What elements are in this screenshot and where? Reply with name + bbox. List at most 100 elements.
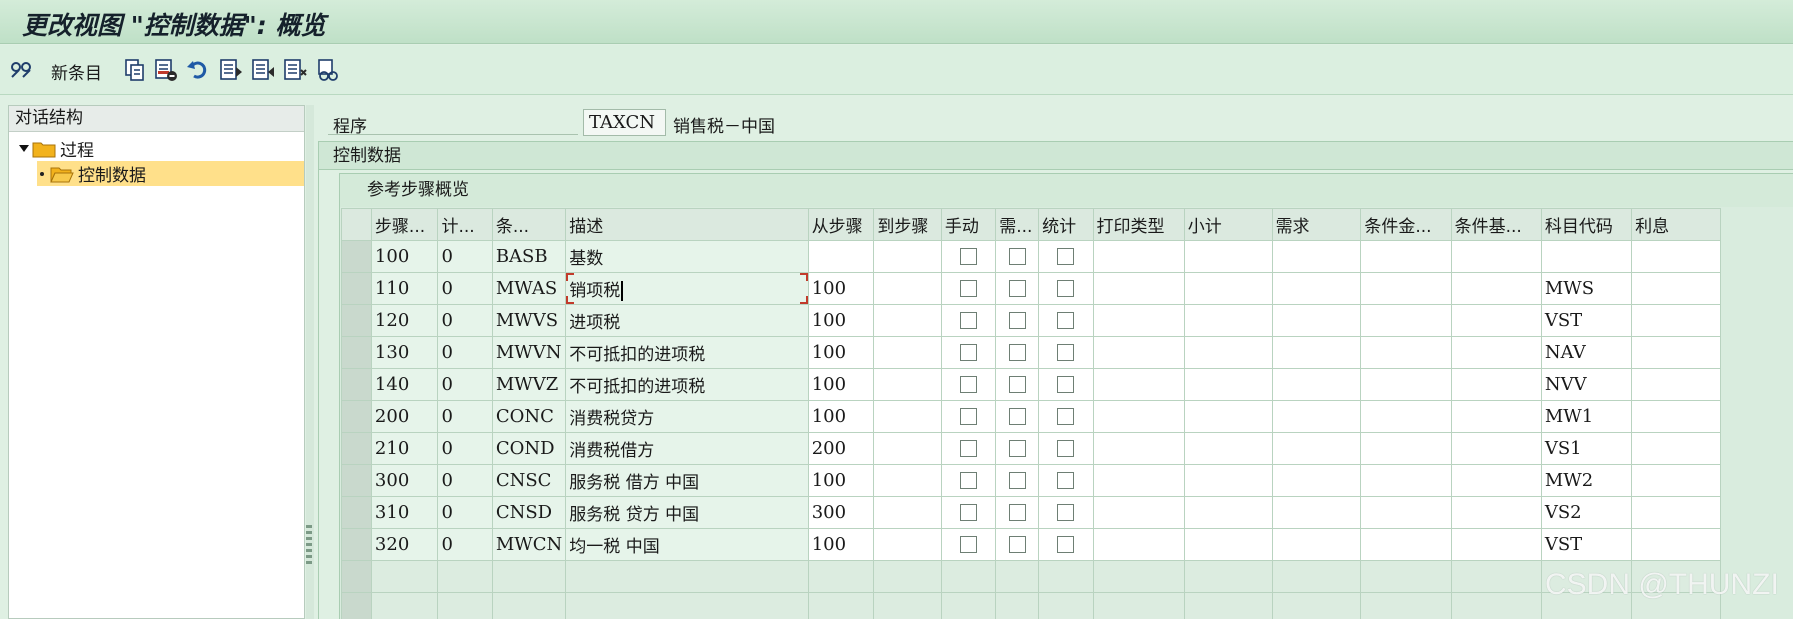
empty-cell[interactable] bbox=[873, 592, 942, 619]
row-selector[interactable] bbox=[341, 560, 372, 593]
empty-cell[interactable] bbox=[491, 592, 567, 619]
from-step-cell[interactable] bbox=[807, 240, 875, 273]
step-cell[interactable]: 320 bbox=[370, 528, 439, 561]
print-type-cell[interactable] bbox=[1092, 272, 1185, 305]
required-checkbox[interactable] bbox=[1008, 376, 1026, 393]
manual-checkbox[interactable] bbox=[960, 440, 978, 457]
subtotal-cell[interactable] bbox=[1183, 464, 1273, 497]
empty-cell[interactable] bbox=[491, 560, 567, 593]
statistical-checkbox[interactable] bbox=[1057, 536, 1075, 553]
subtotal-cell[interactable] bbox=[1183, 368, 1273, 401]
cond-formula-base-cell[interactable] bbox=[1450, 336, 1542, 369]
requirement-cell[interactable] bbox=[1271, 432, 1362, 465]
cond-formula-amount-cell[interactable] bbox=[1360, 400, 1452, 433]
empty-cell[interactable] bbox=[1271, 560, 1362, 593]
account-key-cell[interactable]: VST bbox=[1540, 528, 1633, 561]
from-step-cell[interactable]: 100 bbox=[807, 368, 875, 401]
column-header[interactable]: 需求 bbox=[1271, 208, 1362, 241]
statistical-checkbox[interactable] bbox=[1057, 472, 1075, 489]
empty-cell[interactable] bbox=[995, 560, 1040, 593]
row-selector[interactable] bbox=[341, 496, 372, 529]
counter-cell[interactable]: 0 bbox=[437, 336, 493, 369]
requirement-cell[interactable] bbox=[1271, 368, 1362, 401]
requirement-cell[interactable] bbox=[1271, 528, 1362, 561]
column-header[interactable]: 统计 bbox=[1038, 208, 1094, 241]
cond-formula-amount-cell[interactable] bbox=[1360, 272, 1452, 305]
step-cell[interactable]: 140 bbox=[370, 368, 439, 401]
row-selector[interactable] bbox=[341, 528, 372, 561]
from-step-cell[interactable]: 100 bbox=[807, 272, 875, 305]
accrual-cell[interactable] bbox=[1631, 368, 1721, 401]
column-header[interactable]: 从步骤 bbox=[807, 208, 875, 241]
tree-node-control-data[interactable]: 控制数据 bbox=[37, 161, 304, 186]
to-step-cell[interactable] bbox=[873, 336, 942, 369]
column-header[interactable]: 条... bbox=[491, 208, 567, 241]
to-step-cell[interactable] bbox=[873, 432, 942, 465]
requirement-cell[interactable] bbox=[1271, 240, 1362, 273]
required-checkbox[interactable] bbox=[1008, 472, 1026, 489]
accrual-cell[interactable] bbox=[1631, 272, 1721, 305]
from-step-cell[interactable]: 100 bbox=[807, 400, 875, 433]
accrual-cell[interactable] bbox=[1631, 496, 1721, 529]
step-cell[interactable]: 110 bbox=[370, 272, 439, 305]
print-type-cell[interactable] bbox=[1092, 528, 1185, 561]
counter-cell[interactable]: 0 bbox=[437, 240, 493, 273]
manual-checkbox[interactable] bbox=[960, 536, 978, 553]
cond-formula-base-cell[interactable] bbox=[1450, 368, 1542, 401]
cond-formula-base-cell[interactable] bbox=[1450, 496, 1542, 529]
requirement-cell[interactable] bbox=[1271, 336, 1362, 369]
account-key-cell[interactable]: MW2 bbox=[1540, 464, 1633, 497]
description-cell[interactable]: 销项税 bbox=[565, 272, 809, 305]
from-step-cell[interactable]: 200 bbox=[807, 432, 875, 465]
account-key-cell[interactable]: VS2 bbox=[1540, 496, 1633, 529]
empty-cell[interactable] bbox=[940, 592, 997, 619]
to-step-cell[interactable] bbox=[873, 272, 942, 305]
subtotal-cell[interactable] bbox=[1183, 496, 1273, 529]
description-cell[interactable]: 不可抵扣的进项税 bbox=[565, 368, 809, 401]
step-cell[interactable]: 300 bbox=[370, 464, 439, 497]
requirement-cell[interactable] bbox=[1271, 272, 1362, 305]
requirement-cell[interactable] bbox=[1271, 464, 1362, 497]
to-step-cell[interactable] bbox=[873, 464, 942, 497]
column-header[interactable]: 科目代码 bbox=[1540, 208, 1633, 241]
cond-formula-base-cell[interactable] bbox=[1450, 240, 1542, 273]
account-key-cell[interactable] bbox=[1540, 240, 1633, 273]
empty-cell[interactable] bbox=[1092, 592, 1185, 619]
subtotal-cell[interactable] bbox=[1183, 272, 1273, 305]
empty-cell[interactable] bbox=[1450, 592, 1542, 619]
row-selector[interactable] bbox=[341, 400, 372, 433]
empty-cell[interactable] bbox=[873, 560, 942, 593]
from-step-cell[interactable]: 300 bbox=[807, 496, 875, 529]
tree-node-process[interactable]: 过程 bbox=[19, 136, 94, 161]
empty-cell[interactable] bbox=[1092, 560, 1185, 593]
print-type-cell[interactable] bbox=[1092, 240, 1185, 273]
column-header[interactable]: 描述 bbox=[565, 208, 809, 241]
condition-type-cell[interactable]: COND bbox=[491, 432, 567, 465]
subtotal-cell[interactable] bbox=[1183, 432, 1273, 465]
account-key-cell[interactable]: NAV bbox=[1540, 336, 1633, 369]
required-checkbox[interactable] bbox=[1008, 344, 1026, 361]
statistical-checkbox[interactable] bbox=[1057, 408, 1075, 425]
statistical-checkbox[interactable] bbox=[1057, 504, 1075, 521]
condition-type-cell[interactable]: CNSC bbox=[491, 464, 567, 497]
statistical-checkbox[interactable] bbox=[1057, 440, 1075, 457]
counter-cell[interactable]: 0 bbox=[437, 400, 493, 433]
empty-cell[interactable] bbox=[1360, 560, 1452, 593]
subtotal-cell[interactable] bbox=[1183, 336, 1273, 369]
accrual-cell[interactable] bbox=[1631, 304, 1721, 337]
requirement-cell[interactable] bbox=[1271, 304, 1362, 337]
manual-checkbox[interactable] bbox=[960, 408, 978, 425]
from-step-cell[interactable]: 100 bbox=[807, 304, 875, 337]
counter-cell[interactable]: 0 bbox=[437, 528, 493, 561]
subtotal-cell[interactable] bbox=[1183, 304, 1273, 337]
statistical-checkbox[interactable] bbox=[1057, 248, 1075, 265]
statistical-checkbox[interactable] bbox=[1057, 312, 1075, 329]
empty-cell[interactable] bbox=[1183, 560, 1273, 593]
empty-cell[interactable] bbox=[370, 560, 439, 593]
cond-formula-amount-cell[interactable] bbox=[1360, 304, 1452, 337]
description-cell[interactable]: 不可抵扣的进项税 bbox=[565, 336, 809, 369]
cond-formula-base-cell[interactable] bbox=[1450, 432, 1542, 465]
empty-cell[interactable] bbox=[1271, 592, 1362, 619]
print-type-cell[interactable] bbox=[1092, 368, 1185, 401]
required-checkbox[interactable] bbox=[1008, 440, 1026, 457]
